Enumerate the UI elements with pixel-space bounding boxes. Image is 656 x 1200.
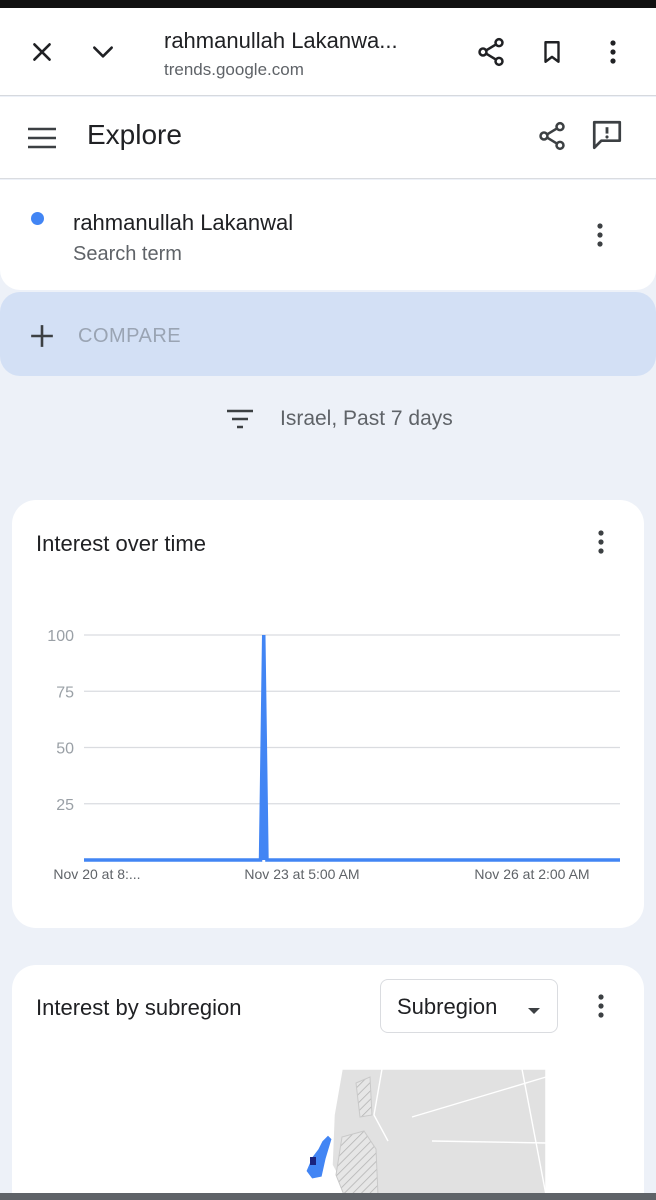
status-strip	[0, 0, 656, 8]
filter-button[interactable]: Israel, Past 7 days	[0, 395, 656, 443]
search-term-name: rahmanullah Lakanwal	[73, 210, 294, 235]
more-vert-icon[interactable]	[589, 28, 637, 76]
interest-by-subregion-card: Interest by subregion Subregion	[12, 965, 644, 1200]
y-tick-label: 75	[56, 684, 74, 701]
compare-button[interactable]: COMPARE	[0, 292, 656, 376]
interest-over-time-card: Interest over time 25 50 75 100 Nov 20 at 8:…	[12, 500, 644, 928]
interest-chart: 25 50 75 100 Nov 20 at 8:... Nov 23 at 5:00 A…	[47, 628, 620, 882]
bookmark-icon[interactable]	[528, 28, 576, 76]
app-title: Explore	[87, 119, 182, 150]
share-icon[interactable]	[528, 112, 576, 160]
subregion-map[interactable]	[12, 965, 644, 1200]
search-term-card[interactable]: rahmanullah Lakanwal Search term	[0, 180, 656, 290]
menu-icon[interactable]	[18, 114, 66, 162]
share-icon[interactable]	[467, 28, 515, 76]
browser-toolbar: rahmanullah Lakanwa... trends.google.com	[0, 8, 656, 96]
x-tick-label: Nov 20 at 8:...	[53, 866, 140, 882]
close-icon[interactable]	[18, 28, 66, 76]
search-term-type: Search term	[73, 243, 182, 265]
plus-icon	[18, 312, 66, 360]
app-bar: Explore	[0, 97, 656, 179]
more-vert-icon[interactable]	[576, 211, 624, 259]
filter-label: Israel, Past 7 days	[280, 407, 453, 430]
x-tick-label: Nov 26 at 2:00 AM	[474, 866, 589, 882]
map-highlighted-region	[305, 1134, 333, 1180]
x-tick-label: Nov 23 at 5:00 AM	[244, 866, 359, 882]
page-title: rahmanullah Lakanwa...	[164, 28, 398, 53]
filter-icon	[216, 395, 264, 443]
y-tick-label: 25	[56, 797, 74, 814]
chevron-down-icon[interactable]	[79, 28, 127, 76]
feedback-icon[interactable]	[583, 111, 631, 159]
bottom-strip	[0, 1193, 656, 1200]
compare-label: COMPARE	[78, 325, 182, 347]
url-host: trends.google.com	[164, 60, 304, 79]
y-tick-label: 100	[47, 628, 74, 645]
map-region-marker	[310, 1157, 316, 1165]
y-tick-label: 50	[56, 741, 74, 758]
term-color-dot	[31, 212, 44, 225]
